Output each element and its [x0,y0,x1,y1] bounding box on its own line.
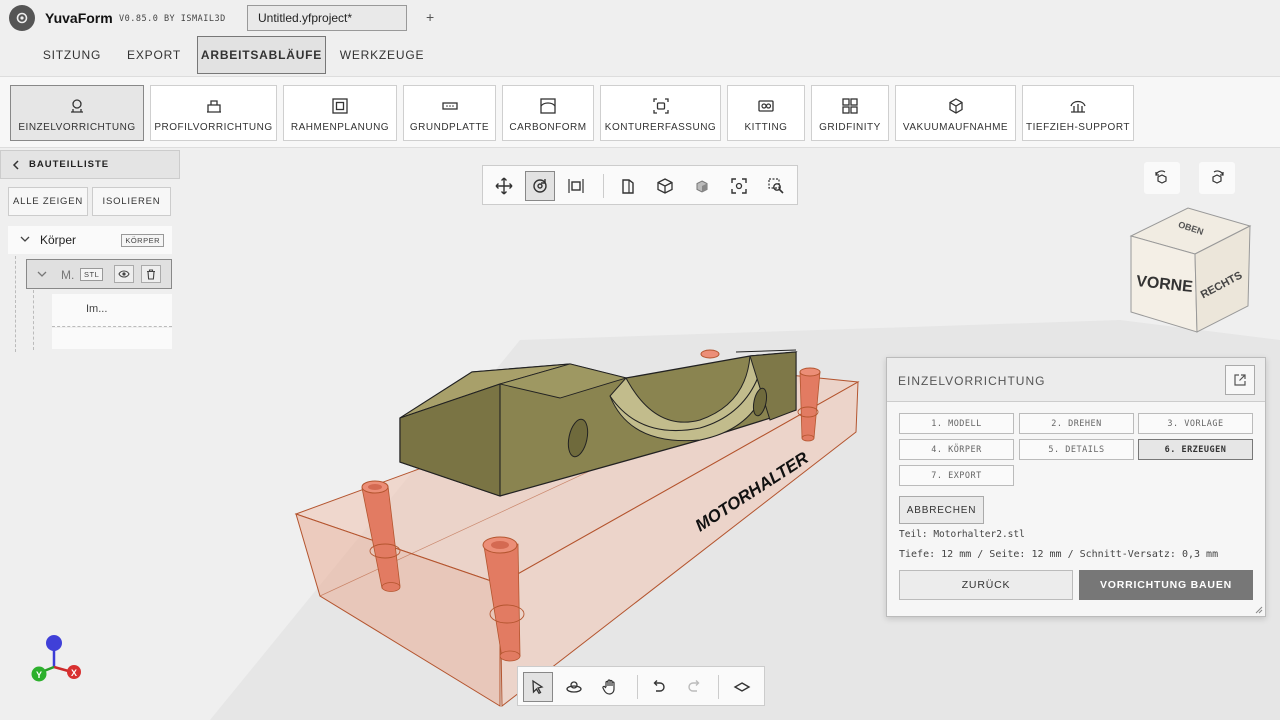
undo-icon [653,680,665,692]
toolbar-divider [718,675,719,699]
ground-plane-button[interactable] [727,672,757,702]
orbit-icon [566,681,582,693]
front-view-icon [622,179,634,194]
panel-title: EINZELVORRICHTUNG [898,374,1046,388]
fit-view-button[interactable] [724,171,754,201]
axis-x-label: X [71,668,77,678]
rotate-cube-left-icon [1155,170,1167,184]
step-modell[interactable]: 1. MODELL [899,413,1014,434]
cursor-icon [532,679,544,695]
cancel-button[interactable]: ABBRECHEN [899,496,984,524]
toolbar-divider [603,174,604,198]
view-iso-button[interactable] [650,171,680,201]
plane-icon [733,682,751,692]
undo-button[interactable] [643,672,673,702]
zoom-region-icon [768,178,784,194]
scale-tool-button[interactable] [561,171,591,201]
view-front-button[interactable] [613,171,643,201]
axis-y-label: Y [36,670,42,680]
interaction-toolbar [517,666,765,706]
back-button[interactable]: ZURÜCK [899,570,1073,600]
step-koerper[interactable]: 4. KÖRPER [899,439,1014,460]
orbit-tool-button[interactable] [559,672,589,702]
redo-button[interactable] [680,672,710,702]
workflow-panel: EINZELVORRICHTUNG 1. MODELL 2. DREHEN 3.… [886,357,1266,617]
shaded-cube-icon [696,180,708,193]
axis-gizmo: X Y [31,635,81,682]
redo-icon [688,680,700,692]
zoom-selection-button[interactable] [761,171,791,201]
fixture-params: Tiefe: 12 mm / Seite: 12 mm / Schnitt-Ve… [899,549,1219,560]
resize-handle-icon[interactable] [1253,604,1263,614]
rotate-icon [533,179,547,193]
external-link-icon [1234,374,1246,386]
camera-rotate-left-button[interactable] [1144,162,1180,194]
step-drehen[interactable]: 2. DREHEN [1019,413,1134,434]
camera-rotate-right-button[interactable] [1199,162,1235,194]
step-export[interactable]: 7. EXPORT [899,465,1014,486]
popout-button[interactable] [1225,365,1255,395]
scale-icon [568,179,584,193]
move-tool-button[interactable] [489,171,519,201]
step-vorlage[interactable]: 3. VORLAGE [1138,413,1253,434]
viewport-toolbar [482,165,798,205]
view-shaded-button[interactable] [687,171,717,201]
view-cube: OBEN VORNE RECHTS [1129,207,1252,333]
step-details[interactable]: 5. DETAILS [1019,439,1134,460]
rotate-cube-right-icon [1212,170,1224,184]
step-erzeugen[interactable]: 6. ERZEUGEN [1138,439,1253,460]
focus-icon [731,178,747,194]
select-tool-button[interactable] [523,672,553,702]
rotate-tool-button[interactable] [525,171,555,201]
panel-header[interactable]: EINZELVORRICHTUNG [887,358,1265,402]
pan-tool-button[interactable] [595,672,625,702]
toolbar-divider [637,675,638,699]
hand-icon [602,679,615,695]
build-fixture-button[interactable]: VORRICHTUNG BAUEN [1079,570,1253,600]
cube-icon [657,178,673,194]
part-info: Teil: Motorhalter2.stl [899,529,1025,540]
move-icon [495,177,513,195]
